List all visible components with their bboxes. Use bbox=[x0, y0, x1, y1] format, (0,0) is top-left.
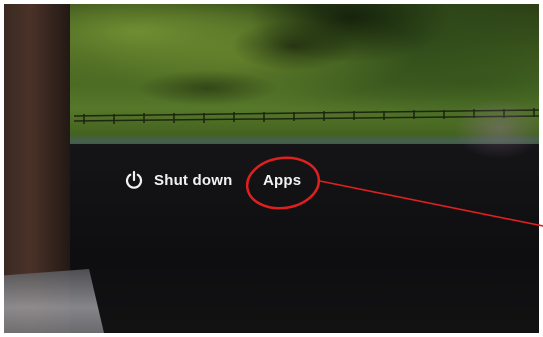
power-icon bbox=[124, 170, 144, 190]
screen-glare bbox=[454, 99, 539, 159]
shutdown-button[interactable]: Shut down bbox=[124, 169, 232, 191]
shutdown-label: Shut down bbox=[154, 171, 233, 189]
apps-button[interactable]: Apps bbox=[263, 169, 301, 191]
screen-photo: Shut down Apps bbox=[4, 4, 539, 333]
apps-label: Apps bbox=[263, 171, 302, 189]
desk-reflection bbox=[4, 269, 104, 333]
